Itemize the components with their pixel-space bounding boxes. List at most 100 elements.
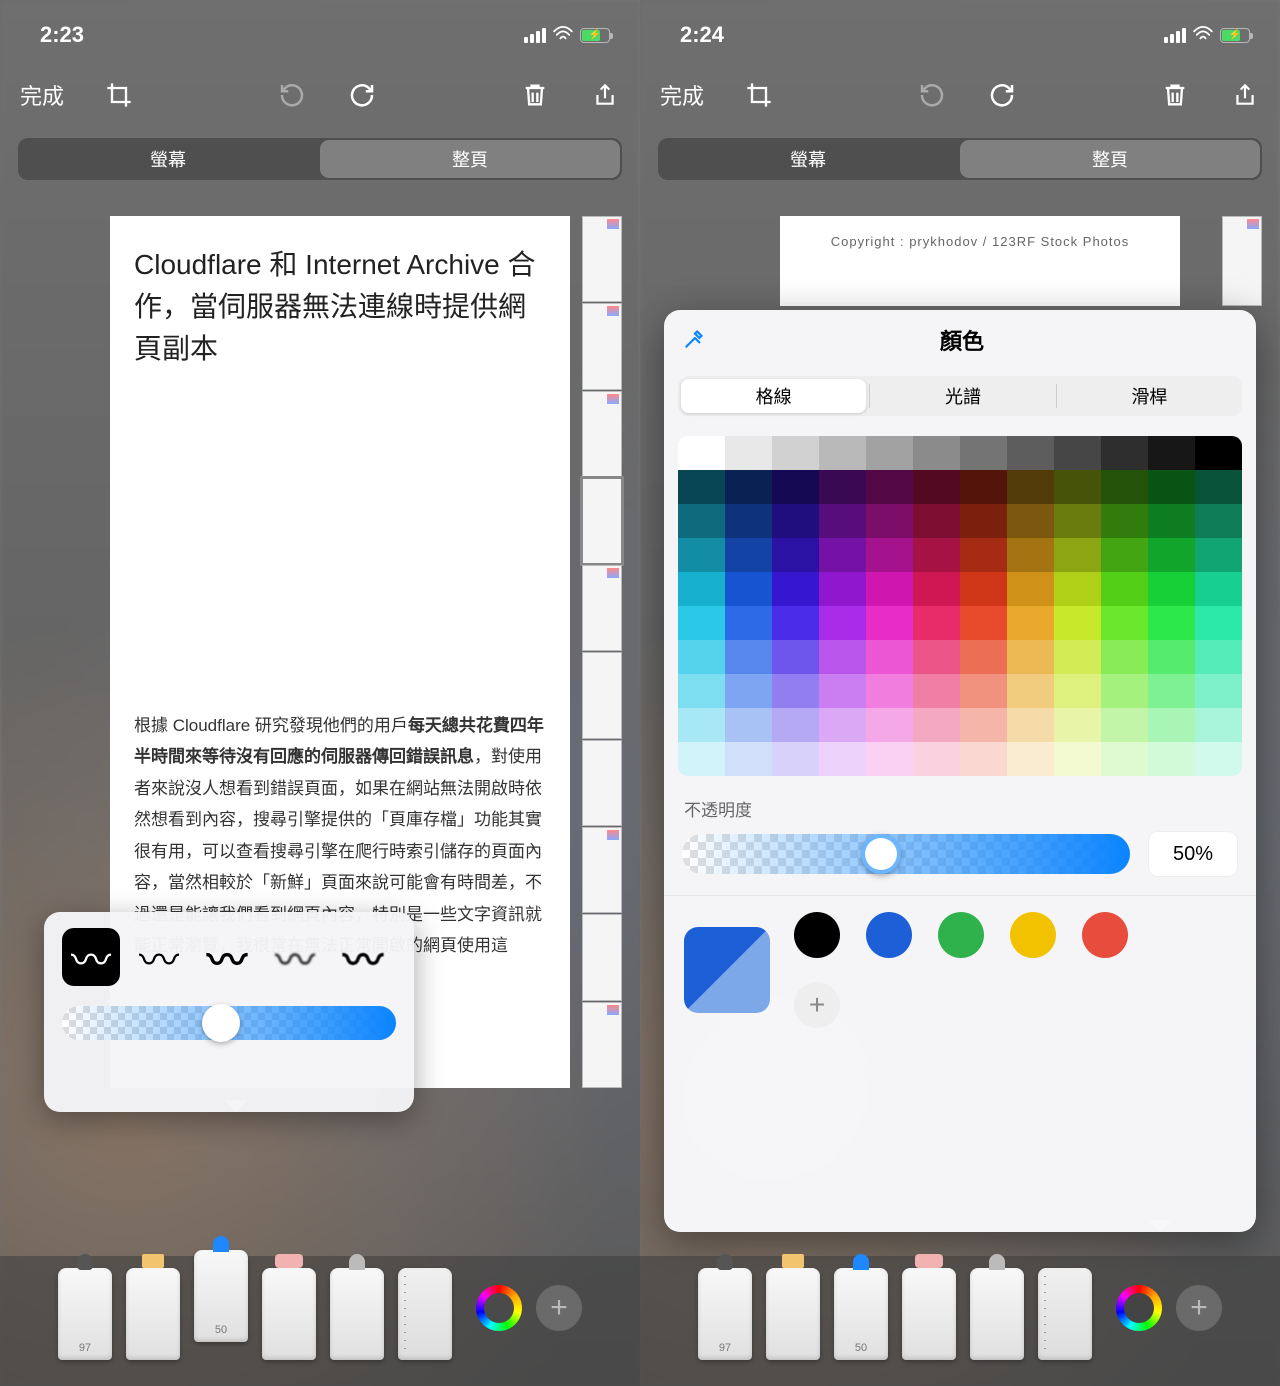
color-cell[interactable] [913,606,960,640]
tool-marker[interactable] [766,1268,820,1360]
color-cell[interactable] [1007,436,1054,470]
color-cell[interactable] [772,742,819,776]
color-cell[interactable] [913,742,960,776]
color-cell[interactable] [1195,572,1242,606]
done-button[interactable]: 完成 [660,79,704,111]
done-button[interactable]: 完成 [20,79,64,111]
swatch[interactable] [1082,912,1128,958]
thumb[interactable] [582,303,622,389]
color-cell[interactable] [678,742,725,776]
thumb[interactable] [582,827,622,913]
undo-icon[interactable] [277,80,307,110]
color-cell[interactable] [725,640,772,674]
color-cell[interactable] [1148,470,1195,504]
color-cell[interactable] [1148,436,1195,470]
color-cell[interactable] [1101,572,1148,606]
color-cell[interactable] [1007,674,1054,708]
color-cell[interactable] [819,742,866,776]
color-cell[interactable] [1007,640,1054,674]
tool-eraser[interactable] [902,1268,956,1360]
color-cell[interactable] [960,504,1007,538]
color-mode-segmented[interactable]: 格線 光譜 滑桿 [678,376,1242,416]
color-cell[interactable] [1148,708,1195,742]
color-cell[interactable] [678,504,725,538]
color-cell[interactable] [1007,538,1054,572]
share-icon[interactable] [1230,80,1260,110]
color-cell[interactable] [1148,674,1195,708]
trash-icon[interactable] [1160,80,1190,110]
color-cell[interactable] [1101,606,1148,640]
thumb[interactable] [582,565,622,651]
color-cell[interactable] [725,436,772,470]
color-cell[interactable] [1195,470,1242,504]
color-cell[interactable] [1101,436,1148,470]
color-cell[interactable] [1054,436,1101,470]
color-cell[interactable] [772,538,819,572]
page-thumbnails[interactable] [582,216,622,1088]
color-cell[interactable] [819,606,866,640]
color-cell[interactable] [725,606,772,640]
thumb[interactable] [582,1002,622,1088]
trash-icon[interactable] [520,80,550,110]
color-cell[interactable] [1148,504,1195,538]
color-cell[interactable] [725,572,772,606]
tool-marker[interactable] [126,1268,180,1360]
color-cell[interactable] [725,504,772,538]
color-cell[interactable] [819,504,866,538]
color-cell[interactable] [678,606,725,640]
color-cell[interactable] [913,572,960,606]
eyedropper-icon[interactable] [682,325,712,355]
color-picker-button[interactable] [476,1285,522,1331]
crop-icon[interactable] [104,80,134,110]
color-cell[interactable] [1054,572,1101,606]
color-cell[interactable] [1054,742,1101,776]
thumb[interactable] [582,216,622,302]
color-cell[interactable] [1007,742,1054,776]
color-cell[interactable] [1101,504,1148,538]
page-scope-segmented[interactable]: 螢幕 整頁 [658,138,1262,180]
redo-icon[interactable] [347,80,377,110]
color-cell[interactable] [866,708,913,742]
color-cell[interactable] [960,708,1007,742]
thumb-selected[interactable] [582,478,622,564]
opacity-value[interactable]: 50% [1148,831,1238,877]
thumb[interactable] [1222,216,1262,306]
color-cell[interactable] [725,708,772,742]
color-cell[interactable] [819,538,866,572]
color-cell[interactable] [913,708,960,742]
color-cell[interactable] [1195,640,1242,674]
color-cell[interactable] [960,640,1007,674]
color-cell[interactable] [1195,708,1242,742]
stroke-style-2[interactable]: 〰 [130,928,188,986]
color-cell[interactable] [1195,504,1242,538]
color-cell[interactable] [960,674,1007,708]
color-cell[interactable] [772,436,819,470]
color-cell[interactable] [1148,606,1195,640]
color-cell[interactable] [678,572,725,606]
add-swatch-button[interactable]: + [794,982,840,1028]
opacity-slider[interactable] [682,834,1130,874]
color-cell[interactable] [866,436,913,470]
color-cell[interactable] [1195,436,1242,470]
tool-lasso[interactable] [970,1268,1024,1360]
color-cell[interactable] [1007,606,1054,640]
stroke-style-1[interactable]: 〰 [62,928,120,986]
redo-icon[interactable] [987,80,1017,110]
color-cell[interactable] [866,606,913,640]
color-cell[interactable] [1054,674,1101,708]
color-cell[interactable] [866,640,913,674]
color-cell[interactable] [913,504,960,538]
color-cell[interactable] [819,640,866,674]
color-picker-button[interactable] [1116,1285,1162,1331]
brush-opacity-slider[interactable] [62,1006,396,1040]
color-cell[interactable] [1148,538,1195,572]
seg-sliders[interactable]: 滑桿 [1057,376,1242,416]
color-cell[interactable] [678,708,725,742]
add-tool-button[interactable]: + [536,1285,582,1331]
color-cell[interactable] [1101,640,1148,674]
stroke-style-5[interactable]: 〰 [334,928,392,986]
thumb[interactable] [582,914,622,1000]
tool-pencil[interactable]: 50 [194,1250,248,1342]
color-cell[interactable] [1101,674,1148,708]
thumb[interactable] [582,391,622,477]
